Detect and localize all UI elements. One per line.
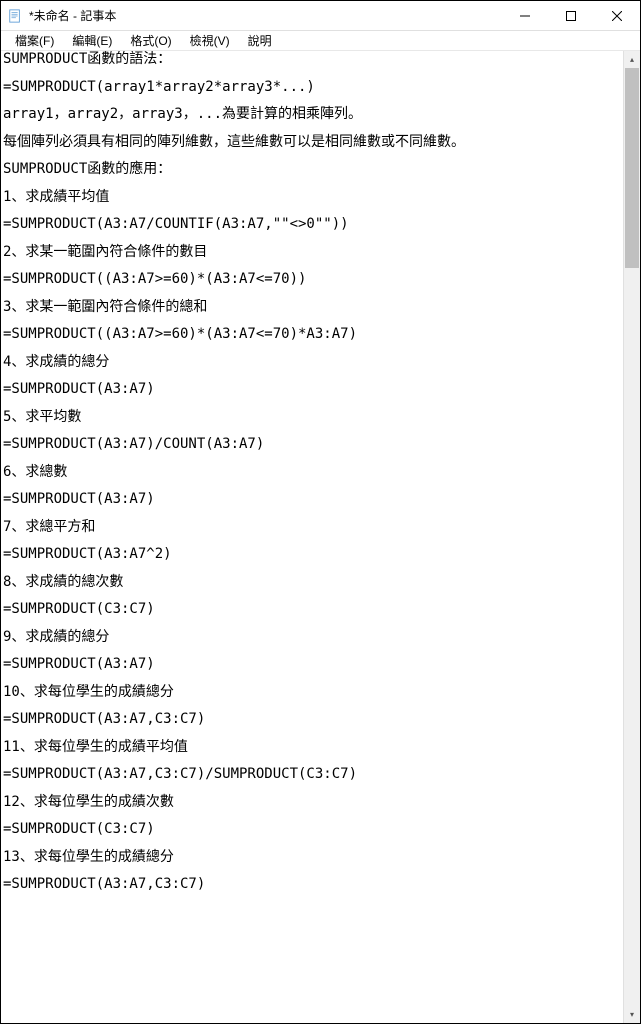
window-title: *未命名 - 記事本 — [29, 7, 116, 24]
scroll-thumb[interactable] — [625, 68, 639, 268]
text-line: =SUMPRODUCT(A3:A7) — [3, 381, 621, 399]
text-line — [3, 756, 621, 766]
text-line — [3, 591, 621, 601]
text-line — [3, 206, 621, 216]
text-line: 1、求成績平均值 — [3, 189, 621, 207]
text-line: =SUMPRODUCT(A3:A7)/COUNT(A3:A7) — [3, 436, 621, 454]
scroll-down-arrow[interactable]: ▾ — [624, 1006, 640, 1023]
text-line — [3, 371, 621, 381]
text-line: 2、求某一範圍內符合條件的數目 — [3, 244, 621, 262]
text-line — [3, 96, 621, 106]
text-line: =SUMPRODUCT(C3:C7) — [3, 821, 621, 839]
menu-file[interactable]: 檔案(F) — [7, 30, 62, 51]
text-line — [3, 179, 621, 189]
text-line: array1，array2，array3，...為要計算的相乘陣列。 — [3, 106, 621, 124]
text-line — [3, 316, 621, 326]
menu-format[interactable]: 格式(O) — [122, 30, 179, 51]
text-line — [3, 729, 621, 739]
text-line: 13、求每位學生的成績總分 — [3, 849, 621, 867]
text-line — [3, 124, 621, 134]
text-line — [3, 69, 621, 79]
text-line: =SUMPRODUCT((A3:A7>=60)*(A3:A7<=70)) — [3, 271, 621, 289]
text-line: =SUMPRODUCT(A3:A7) — [3, 656, 621, 674]
titlebar-left: *未命名 - 記事本 — [7, 7, 116, 24]
text-line: =SUMPRODUCT(array1*array2*array3*...) — [3, 79, 621, 97]
text-line — [3, 151, 621, 161]
text-line: =SUMPRODUCT(A3:A7) — [3, 491, 621, 509]
text-line — [3, 811, 621, 821]
text-line — [3, 454, 621, 464]
text-line: 每個陣列必須具有相同的陣列維數，這些維數可以是相同維數或不同維數。 — [3, 134, 621, 152]
notepad-window: *未命名 - 記事本 檔案(F) 編輯(E) 格式(O) 檢視(V) 說明 SU… — [0, 0, 641, 1024]
menu-help[interactable]: 說明 — [240, 30, 280, 51]
text-line — [3, 646, 621, 656]
text-line: 10、求每位學生的成績總分 — [3, 684, 621, 702]
text-line: 5、求平均數 — [3, 409, 621, 427]
vertical-scrollbar[interactable]: ▴ ▾ — [623, 51, 640, 1023]
text-line: =SUMPRODUCT(A3:A7,C3:C7) — [3, 711, 621, 729]
text-line — [3, 619, 621, 629]
titlebar[interactable]: *未命名 - 記事本 — [1, 1, 640, 31]
text-line: =SUMPRODUCT(A3:A7,C3:C7) — [3, 876, 621, 894]
text-line: =SUMPRODUCT(A3:A7^2) — [3, 546, 621, 564]
text-editor[interactable]: SUMPRODUCT函數的語法： =SUMPRODUCT(array1*array… — [1, 51, 623, 1023]
text-line — [3, 866, 621, 876]
text-line — [3, 784, 621, 794]
text-line: SUMPRODUCT函數的應用： — [3, 161, 621, 179]
text-line — [3, 234, 621, 244]
text-line — [3, 701, 621, 711]
window-controls — [502, 1, 640, 30]
text-line — [3, 839, 621, 849]
text-line: 8、求成績的總次數 — [3, 574, 621, 592]
notepad-icon — [7, 8, 23, 24]
menubar: 檔案(F) 編輯(E) 格式(O) 檢視(V) 說明 — [1, 31, 640, 51]
text-line: =SUMPRODUCT((A3:A7>=60)*(A3:A7<=70)*A3:A… — [3, 326, 621, 344]
text-line: 6、求總數 — [3, 464, 621, 482]
text-line: 11、求每位學生的成績平均值 — [3, 739, 621, 757]
text-line — [3, 399, 621, 409]
text-line — [3, 481, 621, 491]
maximize-button[interactable] — [548, 1, 594, 30]
text-line — [3, 674, 621, 684]
text-line: =SUMPRODUCT(A3:A7/COUNTIF(A3:A7,""<>0"")… — [3, 216, 621, 234]
text-line: =SUMPRODUCT(A3:A7,C3:C7)/SUMPRODUCT(C3:C… — [3, 766, 621, 784]
menu-view[interactable]: 檢視(V) — [182, 30, 238, 51]
text-line — [3, 536, 621, 546]
text-line: 9、求成績的總分 — [3, 629, 621, 647]
text-line — [3, 509, 621, 519]
text-line: 12、求每位學生的成績次數 — [3, 794, 621, 812]
text-line: =SUMPRODUCT(C3:C7) — [3, 601, 621, 619]
text-line: 7、求總平方和 — [3, 519, 621, 537]
close-button[interactable] — [594, 1, 640, 30]
text-line — [3, 426, 621, 436]
text-line: 4、求成績的總分 — [3, 354, 621, 372]
minimize-button[interactable] — [502, 1, 548, 30]
text-line — [3, 564, 621, 574]
text-line — [3, 344, 621, 354]
text-line — [3, 289, 621, 299]
menu-edit[interactable]: 編輯(E) — [64, 30, 120, 51]
text-line — [3, 261, 621, 271]
scroll-up-arrow[interactable]: ▴ — [624, 51, 640, 68]
text-line: 3、求某一範圍內符合條件的總和 — [3, 299, 621, 317]
content-area: SUMPRODUCT函數的語法： =SUMPRODUCT(array1*array… — [1, 51, 640, 1023]
text-line: SUMPRODUCT函數的語法： — [3, 51, 621, 69]
